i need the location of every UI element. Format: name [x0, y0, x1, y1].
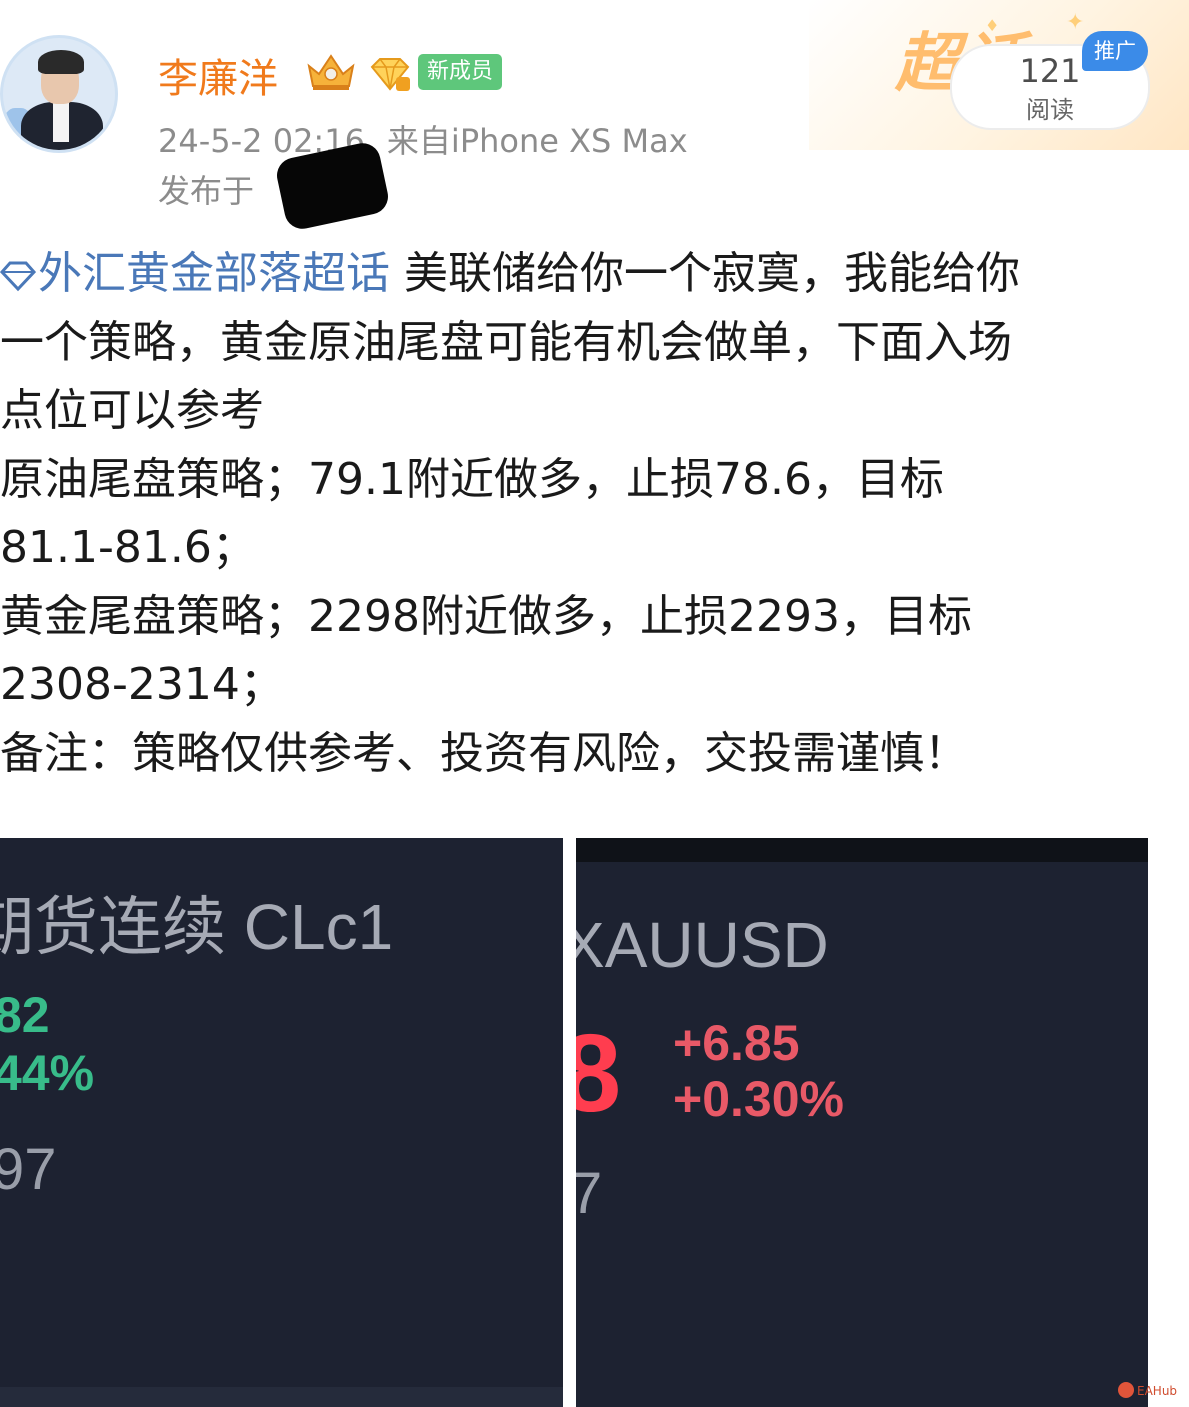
image-sub-value: 97 — [0, 1137, 57, 1202]
vip-icon — [370, 58, 410, 91]
watermark-logo-icon — [1118, 1382, 1134, 1398]
image-price-fragment: 8 — [576, 1012, 622, 1135]
image-change: +6.85 — [673, 1015, 800, 1071]
crown-icon — [307, 54, 355, 90]
topic-link-text: 外汇黄金部落超话 — [38, 248, 390, 299]
post-body: 外汇黄金部落超话 美联储给你一个寂寞，我能给你 一个策略，黄金原油尾盘可能有机会… — [0, 240, 1160, 788]
image-title: 期货连续 CLc1 — [0, 891, 394, 963]
new-member-badge: 新成员 — [418, 54, 503, 90]
post-image-crude-oil[interactable]: 期货连续 CLc1 82 44% 97 — [0, 838, 563, 1407]
post-line: 2308-2314； — [0, 659, 284, 710]
image-sub-value: 7 — [576, 1161, 603, 1226]
image-title: XAUUSD — [576, 909, 829, 981]
post-line: 黄金尾盘策略；2298附近做多，止损2293，目标 — [0, 590, 972, 642]
image-change: 82 — [0, 987, 50, 1043]
topic-diamond-icon — [0, 261, 36, 292]
sparkle-icon: ♦ — [985, 16, 1000, 35]
topic-link[interactable]: 外汇黄金部落超话 — [0, 248, 390, 299]
post-line: 外汇黄金部落超话 美联储给你一个寂寞，我能给你 — [0, 240, 1160, 309]
post-line: 备注：策略仅供参考、投资有风险，交投需谨慎！ — [0, 727, 968, 779]
sparkle-icon: ✦ — [1066, 10, 1085, 35]
post-line: 一个策略，黄金原油尾盘可能有机会做单，下面入场 — [0, 316, 1012, 368]
post-line: 原油尾盘策略；79.1附近做多，止损78.6，目标 — [0, 453, 944, 505]
post-line: 点位可以参考 — [0, 385, 264, 436]
read-label: 阅读 — [1026, 96, 1074, 124]
avatar[interactable] — [0, 35, 118, 153]
post-line: 81.1-81.6； — [0, 522, 256, 573]
promote-button[interactable]: 推广 — [1082, 31, 1148, 71]
post-image-gold[interactable]: XAUUSD 8 +6.85 +0.30% 7 — [576, 838, 1148, 1407]
post-text: 美联储给你一个寂寞，我能给你 — [390, 248, 1020, 299]
username[interactable]: 李廉洋 — [158, 46, 278, 104]
post-source: 来自iPhone XS Max — [386, 122, 688, 160]
publish-location: 发布于 — [158, 172, 255, 210]
image-change-pct: +0.30% — [673, 1071, 844, 1127]
post-meta: 24-5-2 02:16 来自iPhone XS Max — [158, 116, 688, 162]
watermark: EAHub — [1118, 1382, 1177, 1398]
image-change-pct: 44% — [0, 1045, 95, 1101]
watermark-text: EAHub — [1137, 1384, 1178, 1398]
